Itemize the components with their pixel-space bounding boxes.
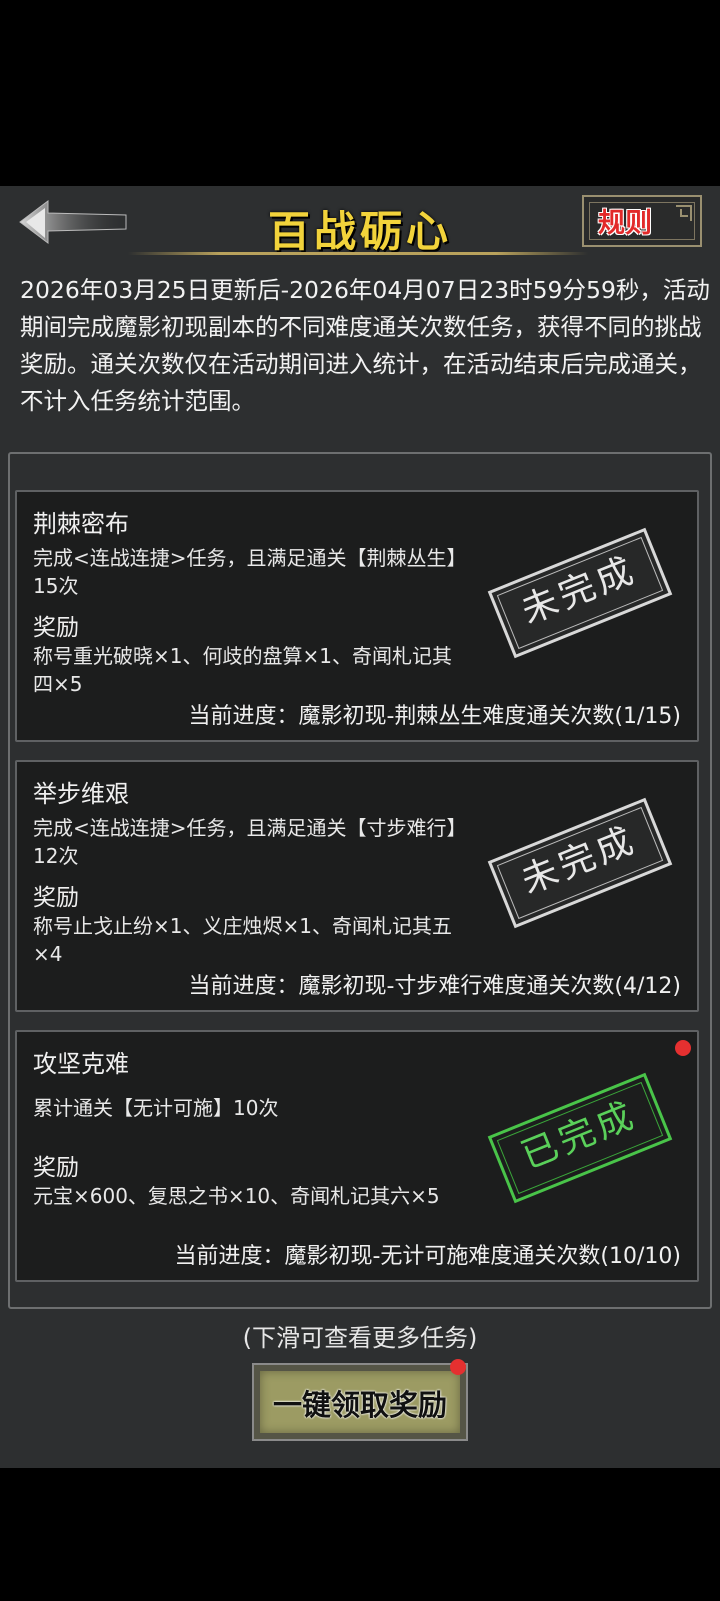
- task-progress: 当前进度：魔影初现-无计可施难度通关次数(10/10): [174, 1244, 681, 1269]
- task-requirement: 累计通关【无计可施】10次: [33, 1096, 279, 1120]
- notification-dot-icon: [450, 1359, 466, 1375]
- reward-list: 称号止戈止纷×1、义庄烛烬×1、奇闻札记其五×4: [33, 914, 452, 966]
- claim-all-rewards-button[interactable]: 一键领取奖励: [252, 1359, 468, 1441]
- reward-heading: 奖励: [33, 885, 79, 911]
- task-requirement: 完成<连战连捷>任务，且满足通关【荆棘丛生】15次: [33, 546, 457, 598]
- stamp-frame: [496, 536, 664, 650]
- task-card: 举步维艰 完成<连战连捷>任务，且满足通关【寸步难行】12次 奖励 称号止戈止纷…: [15, 760, 699, 1012]
- stamp-frame: [496, 806, 664, 920]
- event-description: 2026年03月25日更新后-2026年04月07日23时59分59秒，活动期间…: [20, 276, 710, 415]
- reward-list: 元宝×600、复思之书×10、奇闻札记其六×5: [33, 1184, 440, 1208]
- corner-ornament-icon: [680, 209, 688, 217]
- rules-label: 规则: [598, 208, 652, 239]
- reward-list: 称号重光破晓×1、何歧的盘算×1、奇闻札记其四×5: [33, 644, 452, 696]
- task-card[interactable]: 攻坚克难 累计通关【无计可施】10次 奖励 元宝×600、复思之书×10、奇闻札…: [15, 1030, 699, 1282]
- rules-button[interactable]: 规则: [582, 195, 702, 247]
- stamp-frame: [496, 1081, 664, 1195]
- task-title: 举步维艰: [33, 780, 129, 808]
- task-progress: 当前进度：魔影初现-寸步难行难度通关次数(4/12): [188, 974, 681, 999]
- task-card: 荆棘密布 完成<连战连捷>任务，且满足通关【荆棘丛生】15次 奖励 称号重光破晓…: [15, 490, 699, 742]
- reward-heading: 奖励: [33, 1155, 79, 1181]
- task-progress: 当前进度：魔影初现-荆棘丛生难度通关次数(1/15): [188, 704, 681, 729]
- task-title: 荆棘密布: [33, 510, 129, 538]
- claim-button-label: 一键领取奖励: [272, 1388, 447, 1422]
- status-stamp: 已完成: [487, 1072, 673, 1204]
- title-underline: [128, 252, 588, 255]
- reward-heading: 奖励: [33, 615, 79, 641]
- task-title: 攻坚克难: [33, 1050, 129, 1078]
- status-stamp: 未完成: [487, 797, 673, 929]
- task-requirement: 完成<连战连捷>任务，且满足通关【寸步难行】12次: [33, 816, 457, 868]
- status-stamp: 未完成: [487, 527, 673, 659]
- notification-dot-icon: [675, 1040, 691, 1056]
- scroll-hint: (下滑可查看更多任务): [242, 1324, 478, 1352]
